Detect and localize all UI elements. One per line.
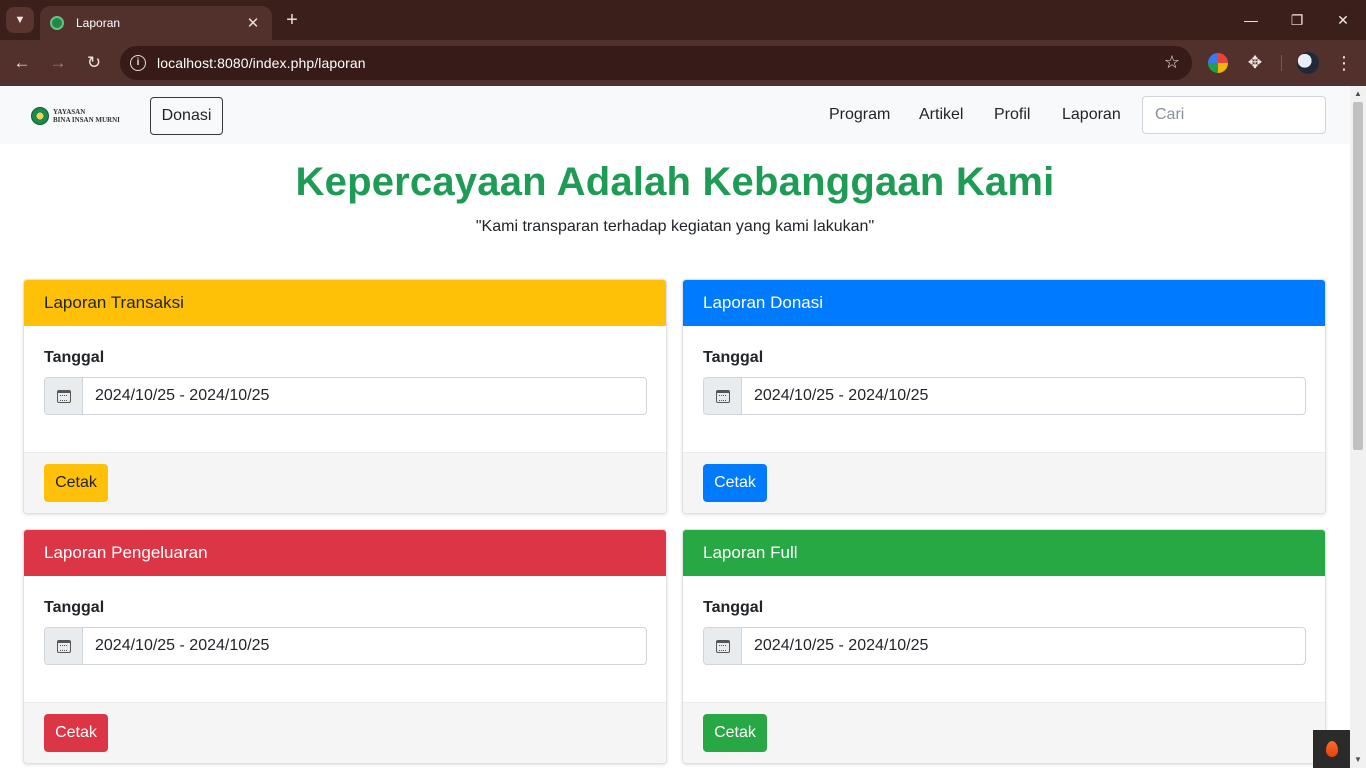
- card-footer: Cetak: [24, 452, 666, 513]
- address-bar[interactable]: i localhost:8080/index.php/laporan ☆: [120, 46, 1192, 80]
- scroll-thumb[interactable]: [1353, 102, 1363, 450]
- date-range-field[interactable]: 2024/10/25 - 2024/10/25: [703, 377, 1306, 415]
- close-window-icon[interactable]: ✕: [1320, 6, 1366, 34]
- calendar-icon: [56, 639, 71, 653]
- card-title: Laporan Donasi: [703, 293, 824, 312]
- card-header: Laporan Pengeluaran: [24, 530, 666, 576]
- card-header: Laporan Transaksi: [24, 280, 666, 326]
- card-footer: Cetak: [24, 702, 666, 763]
- date-range-input[interactable]: 2024/10/25 - 2024/10/25: [742, 378, 1305, 414]
- browser-tab-active[interactable]: Laporan ✕: [40, 6, 272, 40]
- nav-link-artikel[interactable]: Artikel: [919, 106, 963, 124]
- brand-logo[interactable]: YAYASAN BINA INSAN MURNI: [31, 107, 120, 125]
- kebab-menu-icon[interactable]: ⋮: [1335, 52, 1353, 74]
- new-tab-plus-icon[interactable]: +: [282, 9, 302, 31]
- toolbar-divider: [1281, 55, 1282, 71]
- cetak-button-pengeluaran[interactable]: Cetak: [44, 714, 108, 752]
- tanggal-label: Tanggal: [703, 349, 764, 366]
- card-body: Tanggal 2024/10/25 - 2024/10/25: [703, 326, 1306, 452]
- card-laporan-pengeluaran: Laporan Pengeluaran Tanggal 2024/10/25 -…: [23, 529, 667, 764]
- card-title: Laporan Transaksi: [44, 293, 184, 312]
- calendar-icon: [715, 639, 730, 653]
- profile-avatar-icon[interactable]: [1297, 52, 1319, 74]
- calendar-icon: [715, 389, 730, 403]
- bookmark-star-icon[interactable]: ☆: [1164, 52, 1180, 73]
- cetak-button-full[interactable]: Cetak: [703, 714, 767, 752]
- date-prepend: [704, 628, 742, 664]
- calendar-icon: [56, 389, 71, 403]
- card-laporan-full: Laporan Full Tanggal 2024/10/25 - 2024/1…: [682, 529, 1326, 764]
- extensions-puzzle-icon[interactable]: ✥: [1245, 53, 1265, 73]
- cetak-button-transaksi[interactable]: Cetak: [44, 464, 108, 502]
- date-range-field[interactable]: 2024/10/25 - 2024/10/25: [703, 627, 1306, 665]
- card-laporan-donasi: Laporan Donasi Tanggal 2024/10/25 - 2024…: [682, 279, 1326, 514]
- card-body: Tanggal 2024/10/25 - 2024/10/25: [44, 576, 647, 702]
- brand-line-2: BINA INSAN MURNI: [53, 116, 120, 124]
- date-range-input[interactable]: 2024/10/25 - 2024/10/25: [742, 628, 1305, 664]
- date-range-input[interactable]: 2024/10/25 - 2024/10/25: [83, 378, 646, 414]
- date-range-field[interactable]: 2024/10/25 - 2024/10/25: [44, 377, 647, 415]
- debug-toolbar-toggle[interactable]: [1313, 730, 1350, 768]
- card-header: Laporan Donasi: [683, 280, 1325, 326]
- restore-icon[interactable]: ❐: [1274, 6, 1320, 34]
- page-title: Kepercayaan Adalah Kebanggaan Kami: [295, 160, 1055, 204]
- tanggal-label: Tanggal: [703, 599, 764, 616]
- foundation-logo-icon: [31, 107, 49, 125]
- tab-list-button[interactable]: ▼: [6, 7, 34, 33]
- page-viewport: YAYASAN BINA INSAN MURNI Donasi Program …: [0, 86, 1350, 768]
- minimize-icon[interactable]: —: [1228, 6, 1274, 34]
- card-body: Tanggal 2024/10/25 - 2024/10/25: [44, 326, 647, 452]
- brand-line-1: YAYASAN: [53, 108, 86, 116]
- search-input[interactable]: [1142, 96, 1326, 134]
- browser-toolbar: ← → ↻ i localhost:8080/index.php/laporan…: [0, 40, 1366, 86]
- site-info-icon[interactable]: i: [130, 55, 146, 71]
- scroll-down-arrow-icon[interactable]: ▼: [1353, 755, 1363, 765]
- donasi-button[interactable]: Donasi: [150, 97, 223, 135]
- close-icon[interactable]: ✕: [244, 14, 262, 32]
- date-range-field[interactable]: 2024/10/25 - 2024/10/25: [44, 627, 647, 665]
- page-subtitle: "Kami transparan terhadap kegiatan yang …: [475, 218, 875, 235]
- date-range-input[interactable]: 2024/10/25 - 2024/10/25: [83, 628, 646, 664]
- browser-tabstrip: ▼ Laporan ✕ + — ❐ ✕: [0, 0, 1366, 40]
- card-laporan-transaksi: Laporan Transaksi Tanggal 2024/10/25 - 2…: [23, 279, 667, 514]
- flame-icon: [1325, 741, 1338, 757]
- tab-title: Laporan: [76, 16, 121, 30]
- nav-link-program[interactable]: Program: [829, 106, 890, 124]
- cetak-button-donasi[interactable]: Cetak: [703, 464, 767, 502]
- site-favicon-icon: [50, 16, 64, 30]
- chevron-down-icon: ▼: [14, 14, 26, 26]
- card-header: Laporan Full: [683, 530, 1325, 576]
- date-prepend: [45, 628, 83, 664]
- card-body: Tanggal 2024/10/25 - 2024/10/25: [703, 576, 1306, 702]
- date-prepend: [704, 378, 742, 414]
- nav-link-profil[interactable]: Profil: [994, 106, 1030, 124]
- reload-icon[interactable]: ↻: [82, 52, 106, 74]
- date-prepend: [45, 378, 83, 414]
- color-extension-icon[interactable]: [1208, 53, 1228, 73]
- site-navbar: YAYASAN BINA INSAN MURNI Donasi Program …: [0, 86, 1350, 144]
- tanggal-label: Tanggal: [44, 349, 105, 366]
- card-footer: Cetak: [683, 702, 1325, 763]
- nav-link-laporan[interactable]: Laporan: [1062, 106, 1121, 124]
- tanggal-label: Tanggal: [44, 599, 105, 616]
- page-scrollbar[interactable]: ▲ ▼: [1350, 86, 1366, 768]
- card-title: Laporan Full: [703, 543, 798, 562]
- forward-arrow-icon[interactable]: →: [46, 52, 70, 74]
- back-arrow-icon[interactable]: ←: [10, 52, 34, 74]
- scroll-up-arrow-icon[interactable]: ▲: [1353, 89, 1363, 99]
- url-text[interactable]: localhost:8080/index.php/laporan: [157, 55, 366, 71]
- card-footer: Cetak: [683, 452, 1325, 513]
- brand-text: YAYASAN BINA INSAN MURNI: [53, 108, 120, 124]
- card-title: Laporan Pengeluaran: [44, 543, 208, 562]
